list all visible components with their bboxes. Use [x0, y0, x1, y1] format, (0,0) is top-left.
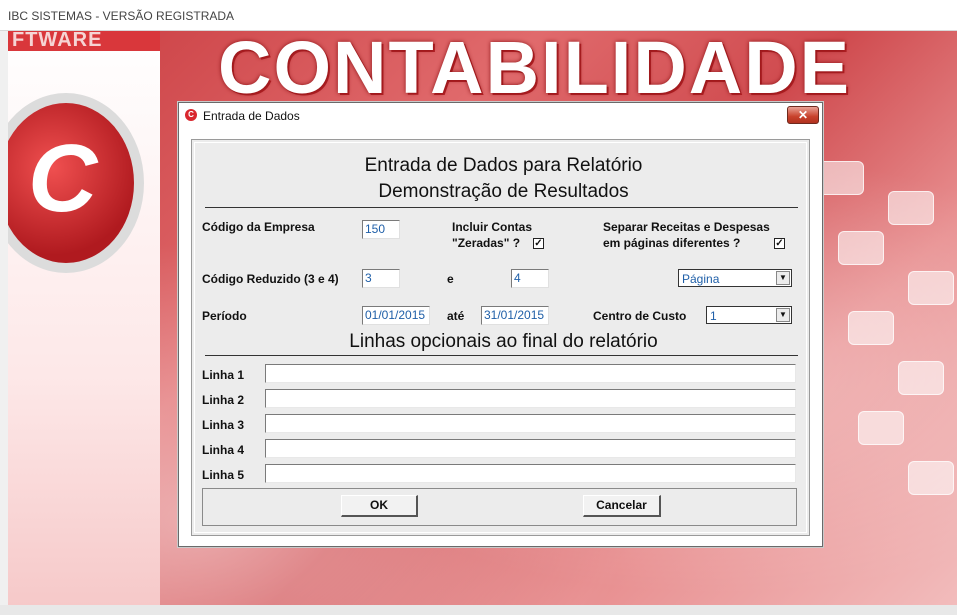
button-bar: OK Cancelar	[202, 488, 797, 526]
decor-tile	[908, 271, 954, 305]
centro-custo-label: Centro de Custo	[593, 309, 687, 323]
incluir-contas-label: Incluir Contas	[452, 220, 533, 234]
decor-tile	[908, 461, 954, 495]
main-window-titlebar[interactable]: IBC SISTEMAS - VERSÃO REGISTRADA	[0, 0, 957, 31]
periodo-start-input[interactable]: 01/01/2015	[362, 306, 430, 325]
linha-2-input[interactable]	[265, 389, 796, 408]
linha-4-input[interactable]	[265, 439, 796, 458]
pagina-select[interactable]: Página ▼	[678, 269, 792, 287]
splash-brand-title: CONTABILIDADE	[218, 31, 852, 109]
entrada-dados-dialog: C Entrada de Dados ✕ Entrada de Dados pa…	[178, 102, 823, 547]
dialog-body: Entrada de Dados para Relatório Demonstr…	[191, 139, 810, 536]
splash-side-panel: FTWARE C	[8, 31, 160, 605]
dialog-title: Entrada de Dados	[203, 109, 300, 123]
separar-receitas-label-2: em páginas diferentes ?	[603, 236, 741, 250]
linha-4-label: Linha 4	[202, 443, 245, 457]
app-icon: C	[185, 109, 197, 121]
decor-tile	[888, 191, 934, 225]
optional-lines-divider	[205, 355, 798, 356]
linha-1-input[interactable]	[265, 364, 796, 383]
separar-receitas-label: Separar Receitas e Despesas	[603, 220, 770, 234]
linha-3-label: Linha 3	[202, 418, 245, 432]
separar-receitas-checkbox[interactable]: ✓	[774, 238, 785, 249]
codigo-empresa-label: Código da Empresa	[202, 220, 315, 234]
close-icon: ✕	[797, 108, 809, 122]
centro-custo-select[interactable]: 1 ▼	[706, 306, 792, 324]
logo-letter: C	[28, 125, 98, 232]
incluir-contas-label-2: "Zeradas" ?	[452, 236, 521, 250]
codigo-reduzido-label: Código Reduzido (3 e 4)	[202, 272, 339, 286]
report-subheading: Demonstração de Resultados	[378, 181, 629, 202]
splash-software-text: FTWARE	[12, 31, 103, 51]
linha-3-input[interactable]	[265, 414, 796, 433]
chevron-down-icon[interactable]: ▼	[776, 308, 790, 322]
dialog-inner-frame: Entrada de Dados para Relatório Demonstr…	[194, 142, 807, 533]
linha-1-label: Linha 1	[202, 368, 245, 382]
ok-button[interactable]: OK	[341, 495, 418, 517]
periodo-connector: até	[447, 309, 465, 323]
linha-5-input[interactable]	[265, 464, 796, 483]
decor-tile	[838, 231, 884, 265]
pagina-select-value: Página	[682, 272, 720, 286]
incluir-zeradas-checkbox[interactable]: ✓	[533, 238, 544, 249]
codigo-reduzido-to-input[interactable]: 4	[511, 269, 549, 288]
splash-software-band: FTWARE	[8, 31, 160, 51]
dialog-titlebar[interactable]: C Entrada de Dados ✕	[179, 103, 822, 129]
main-window-title: IBC SISTEMAS - VERSÃO REGISTRADA	[8, 9, 235, 23]
linha-2-label: Linha 2	[202, 393, 245, 407]
linha-5-label: Linha 5	[202, 468, 245, 482]
decor-tile	[858, 411, 904, 445]
codigo-reduzido-from-input[interactable]: 3	[362, 269, 400, 288]
periodo-label: Período	[202, 309, 247, 323]
close-button[interactable]: ✕	[787, 106, 819, 124]
decor-tile	[848, 311, 894, 345]
periodo-end-input[interactable]: 31/01/2015	[481, 306, 549, 325]
chevron-down-icon[interactable]: ▼	[776, 271, 790, 285]
checkmark-icon: ✓	[534, 238, 543, 249]
centro-custo-value: 1	[710, 309, 717, 323]
main-window-bottom-edge	[0, 605, 957, 615]
checkmark-icon: ✓	[775, 238, 784, 249]
report-heading: Entrada de Dados para Relatório	[364, 155, 643, 176]
decor-tile	[818, 161, 864, 195]
cancel-button[interactable]: Cancelar	[583, 495, 661, 517]
optional-lines-heading: Linhas opcionais ao final do relatório	[349, 331, 658, 352]
codigo-empresa-input[interactable]: 150	[362, 220, 400, 239]
company-logo: C	[8, 93, 144, 273]
decor-tile	[898, 361, 944, 395]
codigo-reduzido-connector: e	[447, 272, 454, 286]
heading-divider	[205, 207, 798, 208]
